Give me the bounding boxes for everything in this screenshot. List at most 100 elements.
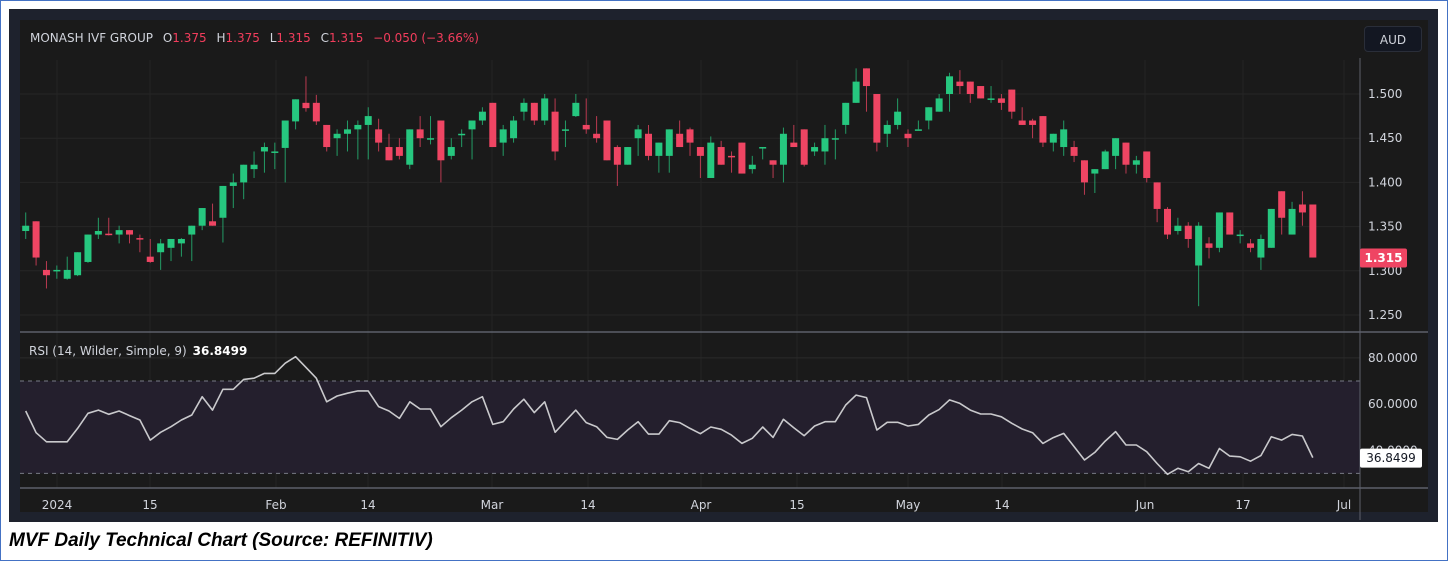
candle-body (416, 129, 424, 139)
candle-body (1091, 169, 1099, 174)
candle (1091, 169, 1099, 194)
currency-button[interactable]: AUD (1364, 26, 1422, 52)
candle-body (997, 98, 1005, 103)
candle (1112, 138, 1120, 170)
candle (779, 127, 787, 183)
candle (946, 72, 954, 112)
candle-body (707, 142, 715, 178)
candle (468, 120, 476, 160)
candle-body (894, 111, 902, 125)
price-and-rsi-chart[interactable]: 1.5001.4501.4001.3501.3001.2502024 15 Feb 1… (0, 0, 1448, 561)
candle-body (1184, 225, 1192, 239)
price-tick-label: 1.500 (1368, 87, 1402, 101)
candle (707, 136, 715, 178)
candle-body (811, 147, 819, 152)
candle-body (1080, 160, 1088, 183)
candle (1143, 151, 1151, 183)
candle (1132, 155, 1140, 174)
candle (427, 116, 435, 145)
candle (188, 225, 196, 262)
candle-body (987, 98, 995, 100)
candle-body (437, 120, 445, 161)
candle (333, 129, 341, 156)
candle (1080, 160, 1088, 195)
time-tick-label: 14 (994, 498, 1009, 512)
candle-body (1174, 225, 1182, 232)
candle-body (209, 221, 217, 226)
candle (655, 142, 663, 173)
candle (219, 185, 227, 243)
time-tick-label: 15 (142, 498, 157, 512)
candle (904, 129, 912, 148)
candle (395, 138, 403, 160)
candle (343, 120, 351, 152)
candle (821, 124, 829, 165)
candle-body (84, 234, 92, 262)
candle (416, 116, 424, 148)
candle-body (32, 221, 40, 258)
candle-body (873, 94, 881, 143)
candle (115, 225, 123, 244)
time-tick-label: 14 (580, 498, 595, 512)
candle (146, 238, 154, 263)
candle (22, 212, 30, 239)
candle (1298, 191, 1306, 226)
candle-body (468, 120, 476, 130)
candle (499, 124, 507, 156)
candle (759, 147, 767, 160)
candle (1215, 212, 1223, 253)
candle (229, 173, 237, 209)
rsi-legend: RSI (14, Wilder, Simple, 9) 36.8499 (29, 344, 247, 358)
candle-body (323, 124, 331, 148)
candle (1122, 142, 1130, 174)
candle-body (375, 129, 383, 143)
candle (842, 102, 850, 134)
candle (32, 221, 40, 266)
candle-body (499, 129, 507, 143)
candle-body (53, 269, 61, 272)
candle (603, 120, 611, 161)
candle-body (1060, 129, 1068, 148)
candle-body (1143, 151, 1151, 178)
candle (852, 68, 860, 103)
candle-body (759, 147, 767, 149)
high-label: H (216, 31, 226, 45)
candle (686, 127, 694, 156)
candle (1247, 238, 1255, 253)
candle-body (541, 98, 549, 121)
candle (447, 138, 455, 160)
candle-body (1195, 225, 1203, 266)
time-tick-label: 2024 (42, 498, 73, 512)
candle (375, 118, 383, 152)
candle-body (696, 147, 704, 156)
candle (696, 147, 704, 178)
candle-body (250, 164, 258, 170)
candle-body (748, 164, 756, 170)
candle-body (1008, 89, 1016, 112)
candle (1226, 212, 1234, 235)
candle-body (333, 133, 341, 139)
time-tick-label: 15 (789, 498, 804, 512)
change-value: −0.050 (−3.66%) (373, 31, 479, 45)
candle (1195, 222, 1203, 307)
figure-caption: MVF Daily Technical Chart (Source: REFIN… (9, 530, 433, 551)
candle-body (458, 133, 466, 136)
candle-body (655, 142, 663, 156)
candle (63, 256, 71, 280)
last-price-tag-text: 1.315 (1365, 251, 1403, 265)
candle-body (126, 230, 133, 235)
high-value: 1.375 (225, 31, 260, 45)
time-tick-label: Apr (691, 498, 712, 512)
rsi-label: RSI (14, Wilder, Simple, 9) (29, 344, 187, 358)
candle-body (904, 133, 912, 139)
candle (811, 142, 819, 156)
candle-body (1039, 116, 1047, 143)
candle-body (177, 238, 185, 244)
candle-body (219, 185, 227, 218)
candle (676, 120, 684, 148)
candle (551, 98, 559, 161)
candle-body (1122, 142, 1130, 165)
candle (126, 230, 133, 244)
candle (634, 124, 642, 156)
candle-body (115, 230, 123, 235)
